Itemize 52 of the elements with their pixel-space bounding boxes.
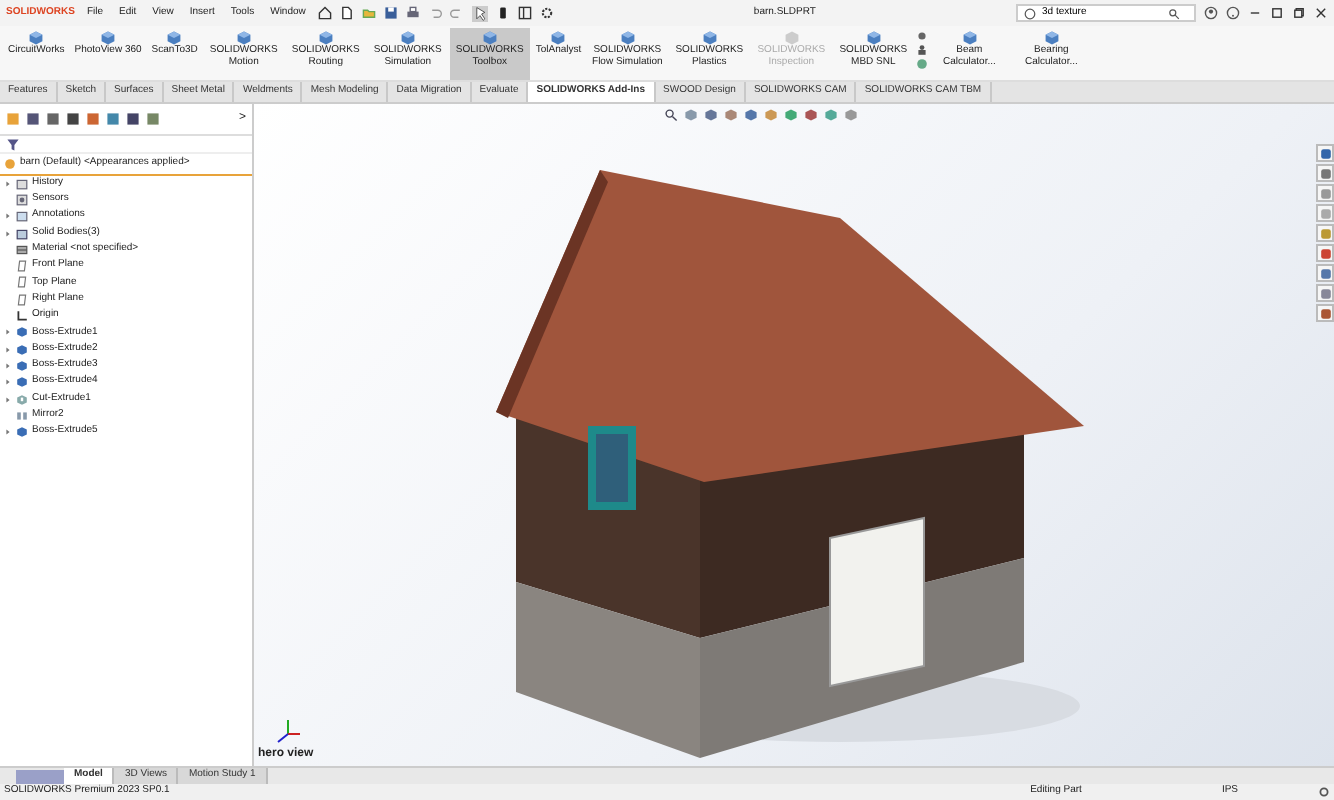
search-icon (1168, 7, 1180, 19)
cube-icon (166, 30, 183, 46)
redo-icon[interactable] (449, 6, 464, 20)
tile-icon (1319, 227, 1331, 239)
tile-icon (1319, 207, 1331, 219)
cube-icon (399, 30, 416, 46)
tile-icon (1319, 247, 1331, 259)
cube-icon (317, 30, 334, 46)
tile-icon (1319, 147, 1331, 159)
folder-icon (16, 177, 28, 190)
mirror-icon (16, 409, 28, 422)
user-icon[interactable] (1204, 6, 1218, 20)
filter-icon[interactable] (6, 138, 20, 152)
panel-icon[interactable] (517, 6, 532, 20)
new-file-icon[interactable] (339, 6, 354, 20)
help-circle-icon (1024, 7, 1036, 19)
save-icon[interactable] (383, 6, 398, 20)
minimize-icon[interactable] (1248, 6, 1262, 20)
cube-icon (28, 30, 45, 46)
tile-icon (1319, 167, 1331, 179)
cube-icon (481, 30, 498, 46)
cube-icon (961, 30, 978, 46)
tile-icon (1319, 187, 1331, 199)
help-icon[interactable] (1226, 6, 1240, 20)
part-icon (4, 157, 16, 170)
cube-icon (783, 30, 800, 46)
tile-icon (1319, 307, 1331, 319)
close-icon[interactable] (1314, 6, 1328, 20)
material-icon (16, 243, 28, 256)
open-folder-icon[interactable] (361, 6, 376, 20)
cube-icon (701, 30, 718, 46)
pointer-icon[interactable] (471, 5, 488, 21)
tile-icon (1319, 267, 1331, 279)
extrude-icon (16, 426, 28, 439)
cut-icon (16, 393, 28, 405)
panel-grid-icon[interactable] (1270, 6, 1284, 20)
search-icon[interactable] (664, 108, 678, 122)
axis-triad-icon (274, 718, 302, 746)
cube-icon (865, 30, 882, 46)
cube-icon (235, 30, 252, 46)
undo-icon[interactable] (427, 6, 442, 20)
cube-icon (1043, 30, 1060, 46)
origin-icon (16, 310, 28, 323)
tile-icon (1319, 287, 1331, 299)
restore-icon[interactable] (1292, 6, 1306, 20)
print-icon[interactable] (405, 6, 420, 20)
people-icon[interactable] (915, 44, 928, 56)
cube-icon (100, 30, 117, 46)
home-icon[interactable] (317, 6, 332, 20)
sensor-icon (16, 193, 28, 206)
cube-icon (550, 30, 567, 46)
cube-icon (619, 30, 636, 46)
